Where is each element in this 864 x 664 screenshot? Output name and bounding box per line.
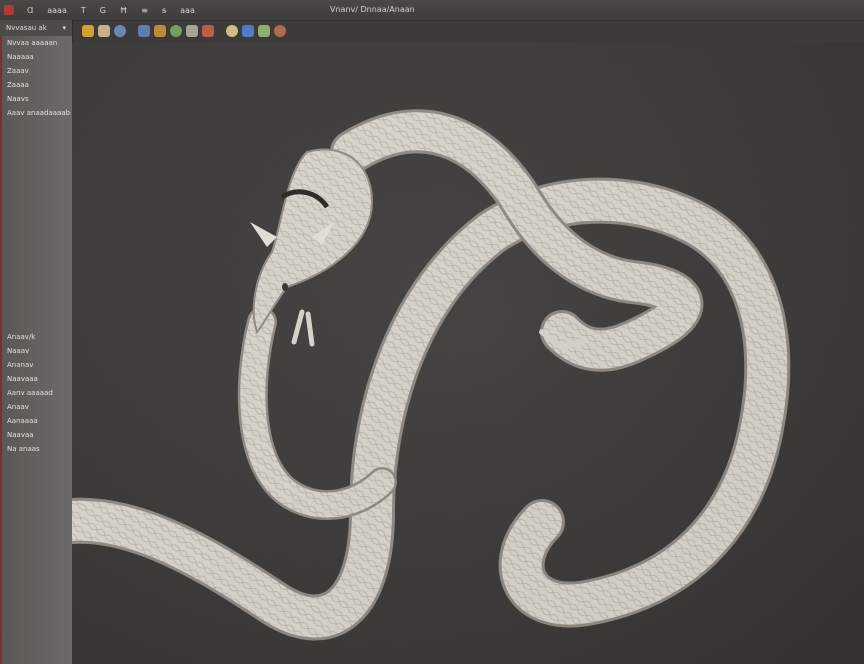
- sphere-icon[interactable]: [202, 25, 214, 37]
- panel-item[interactable]: Anaav/k: [0, 330, 72, 344]
- layer-icon[interactable]: [154, 25, 166, 37]
- menu-item-7[interactable]: ꞩ: [155, 6, 173, 15]
- panel-item[interactable]: Nvvaa aaaaan: [0, 36, 72, 50]
- canvas-viewport[interactable]: [72, 42, 864, 664]
- panel-item[interactable]: Zaaaa: [0, 78, 72, 92]
- wand-icon[interactable]: [258, 25, 270, 37]
- panel-item[interactable]: Naaav: [0, 344, 72, 358]
- window-title: Vnanv/ Dnnaa/Anaan: [330, 5, 415, 14]
- canvas-shade: [72, 42, 864, 664]
- brush-icon[interactable]: [82, 25, 94, 37]
- panel-item-label: Aanaaaa: [7, 417, 38, 425]
- panel-item[interactable]: Aaav anaadaaaab: [0, 106, 72, 120]
- menu-item-2[interactable]: aaaa: [40, 6, 74, 15]
- panel-item[interactable]: Aanaaaa: [0, 414, 72, 428]
- panel-spacer: [0, 120, 72, 330]
- pen-icon[interactable]: [226, 25, 238, 37]
- panel-header: Nvvasau ak ▾: [0, 20, 72, 36]
- panel-item-label: Nvvaa aaaaan: [7, 39, 58, 47]
- panel-item[interactable]: Naavaa: [0, 428, 72, 442]
- panel-item-label: Na anaas: [7, 445, 40, 453]
- menu-item-1[interactable]: Ɑ: [20, 6, 40, 15]
- palette-icon[interactable]: [98, 25, 110, 37]
- chevron-down-icon[interactable]: ▾: [62, 20, 66, 36]
- blue-sphere-icon[interactable]: [242, 25, 254, 37]
- panel-item-label: Ananav: [7, 361, 34, 369]
- panel-item[interactable]: Ananav: [0, 358, 72, 372]
- bug-icon[interactable]: [274, 25, 286, 37]
- app-icon[interactable]: [4, 5, 14, 15]
- left-panel: Nvvasau ak ▾ Nvvaa aaaaan Naaaaa Zaaav Z…: [0, 20, 73, 664]
- panel-item-label: Aanv aaaaad: [7, 389, 53, 397]
- panel-item-label: Aaav anaadaaaab: [7, 109, 71, 117]
- panel-item[interactable]: Naaaaa: [0, 50, 72, 64]
- panel-item-label: Naaaaa: [7, 53, 34, 61]
- panel-item[interactable]: Zaaav: [0, 64, 72, 78]
- menu-bar: Ɑ aaaa T G Ħ ≡ ꞩ aaa Vnanv/ Dnnaa/Anaan: [0, 0, 864, 21]
- menu-item-3[interactable]: T: [74, 6, 93, 15]
- panel-item[interactable]: Anaav: [0, 400, 72, 414]
- panel-item-label: Anaav: [7, 403, 29, 411]
- menu-item-4[interactable]: G: [93, 6, 113, 15]
- panel-header-label: Nvvasau ak: [6, 24, 47, 32]
- toolbar: [72, 20, 864, 42]
- panel-item-label: Anaav/k: [7, 333, 36, 341]
- panel-item-label: Naavaaa: [7, 375, 38, 383]
- menu-item-6[interactable]: ≡: [134, 6, 155, 15]
- panel-item[interactable]: Aanv aaaaad: [0, 386, 72, 400]
- panel-item-label: Naavaa: [7, 431, 34, 439]
- globe-icon[interactable]: [138, 25, 150, 37]
- menu-item-5[interactable]: Ħ: [113, 6, 134, 15]
- panel-item-label: Naaav: [7, 347, 30, 355]
- panel-item[interactable]: Naavs: [0, 92, 72, 106]
- panel-item-label: Zaaav: [7, 67, 29, 75]
- panel-item-label: Naavs: [7, 95, 29, 103]
- panel-item[interactable]: Na anaas: [0, 442, 72, 456]
- panel-item-label: Zaaaa: [7, 81, 29, 89]
- leaf-icon[interactable]: [170, 25, 182, 37]
- menu-item-8[interactable]: aaa: [173, 6, 202, 15]
- eyedropper-icon[interactable]: [186, 25, 198, 37]
- panel-item[interactable]: Naavaaa: [0, 372, 72, 386]
- smudge-icon[interactable]: [114, 25, 126, 37]
- creature-artwork: [72, 42, 864, 664]
